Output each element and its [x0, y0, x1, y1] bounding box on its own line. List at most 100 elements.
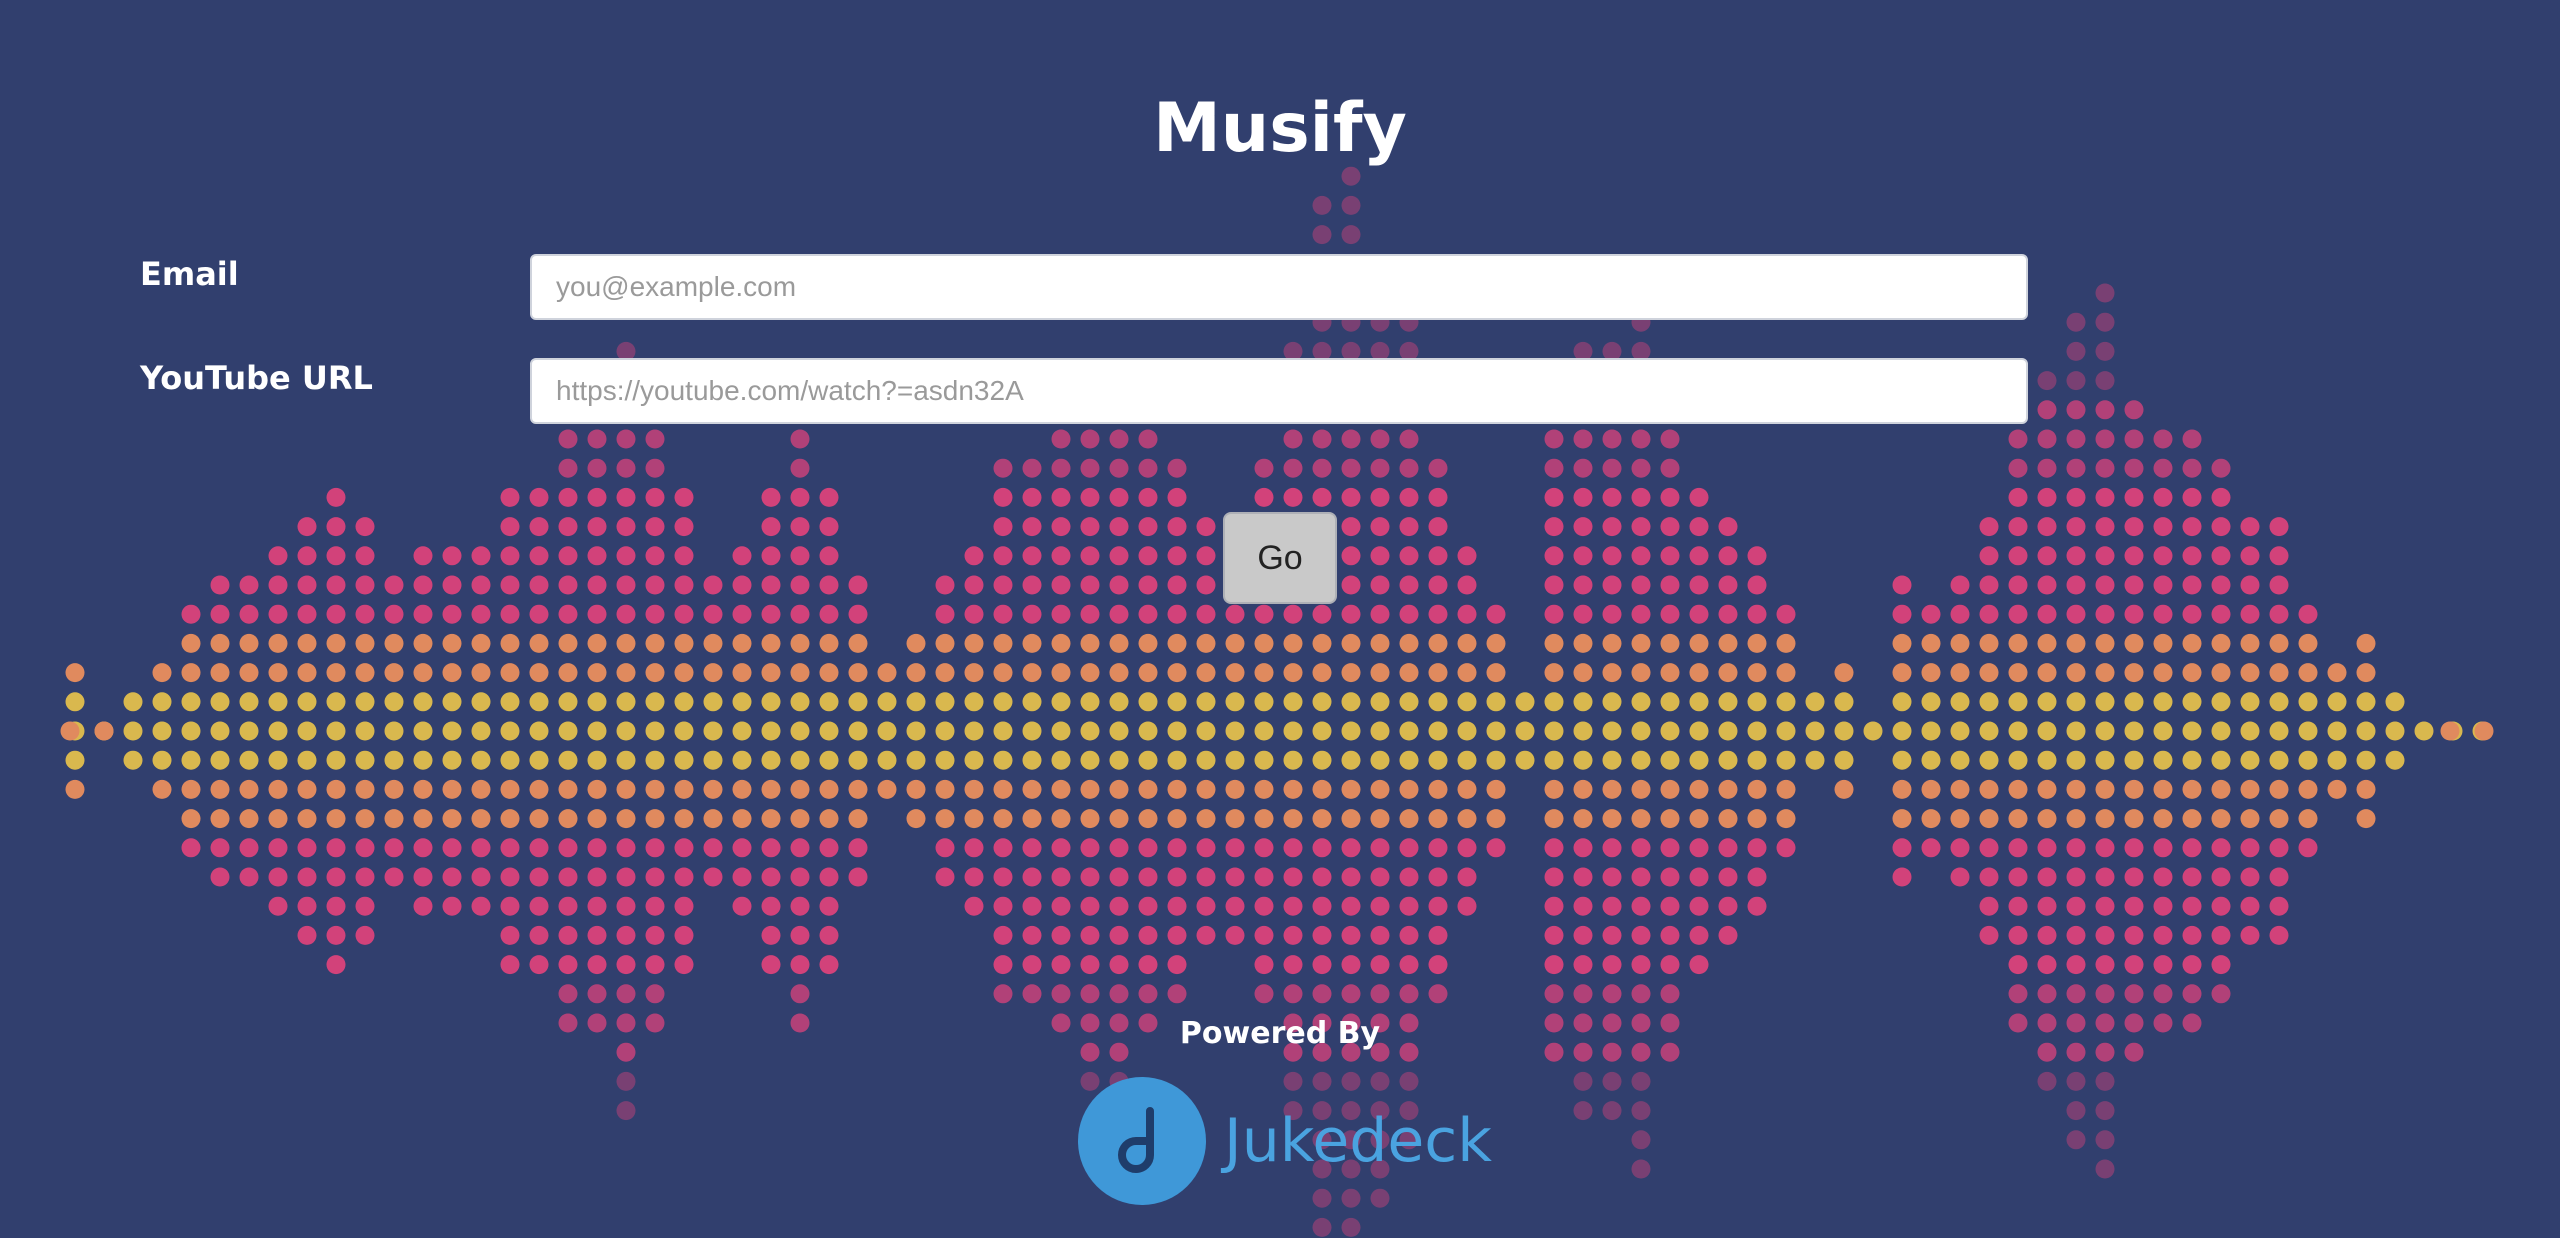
wave-dot [210, 692, 230, 712]
wave-dot [1428, 779, 1448, 799]
wave-dot [2095, 633, 2115, 653]
wave-dot [1080, 429, 1100, 449]
wave-dot [442, 867, 462, 887]
wave-dot [2008, 955, 2028, 975]
wave-dot [1892, 867, 1912, 887]
wave-dot [2008, 779, 2028, 799]
wave-dot [819, 517, 839, 537]
wave-dot [1283, 487, 1303, 507]
wave-dot [1718, 838, 1738, 858]
wave-dot [587, 955, 607, 975]
youtube-url-field[interactable] [530, 358, 2028, 424]
wave-dot [1573, 692, 1593, 712]
wave-dot [1399, 692, 1419, 712]
wave-dot [2269, 633, 2289, 653]
wave-dot [326, 779, 346, 799]
wave-dot [65, 750, 85, 770]
wave-dot [1979, 517, 1999, 537]
wave-dot [2037, 838, 2057, 858]
wave-dot [1602, 867, 1622, 887]
wave-dot [500, 633, 520, 653]
wave-dot [1660, 867, 1680, 887]
wave-dot [297, 867, 317, 887]
wave-dot [1950, 779, 1970, 799]
wave-dot [558, 604, 578, 624]
wave-dot [1080, 487, 1100, 507]
wave-dot [1544, 663, 1564, 683]
wave-dot [1486, 604, 1506, 624]
wave-dot [355, 633, 375, 653]
wave-dot [1631, 984, 1651, 1004]
jukedeck-link[interactable]: Jukedeck [1078, 1076, 1492, 1206]
wave-dot [2211, 867, 2231, 887]
wave-dot [529, 867, 549, 887]
wave-dot [616, 750, 636, 770]
wave-dot [1718, 925, 1738, 945]
wave-dot [239, 750, 259, 770]
wave-dot [2095, 984, 2115, 1004]
wave-dot [1747, 546, 1767, 566]
wave-dot [1370, 517, 1390, 537]
wave-dot [210, 663, 230, 683]
wave-dot [993, 838, 1013, 858]
wave-dot [587, 867, 607, 887]
wave-dot [239, 721, 259, 741]
wave-dot [616, 779, 636, 799]
wave-dot [819, 750, 839, 770]
wave-dot [1631, 663, 1651, 683]
wave-dot [1022, 604, 1042, 624]
wave-dot [819, 692, 839, 712]
wave-dot [1341, 779, 1361, 799]
wave-dot [1167, 809, 1187, 829]
wave-dot [1022, 546, 1042, 566]
wave-dot [1341, 867, 1361, 887]
wave-dot [1109, 955, 1129, 975]
wave-dot [1921, 604, 1941, 624]
wave-dot [1138, 575, 1158, 595]
wave-dot [1196, 575, 1216, 595]
wave-dot [1573, 750, 1593, 770]
wave-dot [1051, 721, 1071, 741]
wave-dot [587, 896, 607, 916]
wave-dot [355, 692, 375, 712]
email-field[interactable] [530, 254, 2028, 320]
wave-dot [181, 750, 201, 770]
wave-dot [1312, 838, 1332, 858]
wave-dot [210, 604, 230, 624]
wave-dot [1167, 517, 1187, 537]
wave-dot [558, 809, 578, 829]
wave-dot [558, 517, 578, 537]
wave-dot [1283, 955, 1303, 975]
wave-dot [442, 663, 462, 683]
wave-dot [1022, 955, 1042, 975]
wave-dot [268, 779, 288, 799]
wave-dot [1660, 721, 1680, 741]
wave-dot [2066, 838, 2086, 858]
wave-dot [732, 575, 752, 595]
wave-dot [297, 604, 317, 624]
wave-dot [1544, 633, 1564, 653]
wave-dot [1718, 575, 1738, 595]
wave-dot [1689, 487, 1709, 507]
wave-dot [1457, 663, 1477, 683]
wave-dot [1109, 604, 1129, 624]
wave-dot [384, 779, 404, 799]
wave-dot [268, 809, 288, 829]
wave-dot [1631, 429, 1651, 449]
go-button[interactable]: Go [1223, 512, 1337, 604]
wave-dot [2124, 750, 2144, 770]
wave-dot [123, 750, 143, 770]
wave-dot [529, 663, 549, 683]
wave-dot [2240, 633, 2260, 653]
wave-dot [1196, 779, 1216, 799]
wave-dot [1370, 604, 1390, 624]
wave-dot [1573, 429, 1593, 449]
wave-dot [1863, 721, 1883, 741]
wave-dot [1080, 546, 1100, 566]
wave-dot [471, 838, 491, 858]
wave-dot [1080, 955, 1100, 975]
wave-dot [210, 809, 230, 829]
wave-dot [2095, 779, 2115, 799]
wave-dot [1283, 779, 1303, 799]
wave-dot [1399, 487, 1419, 507]
